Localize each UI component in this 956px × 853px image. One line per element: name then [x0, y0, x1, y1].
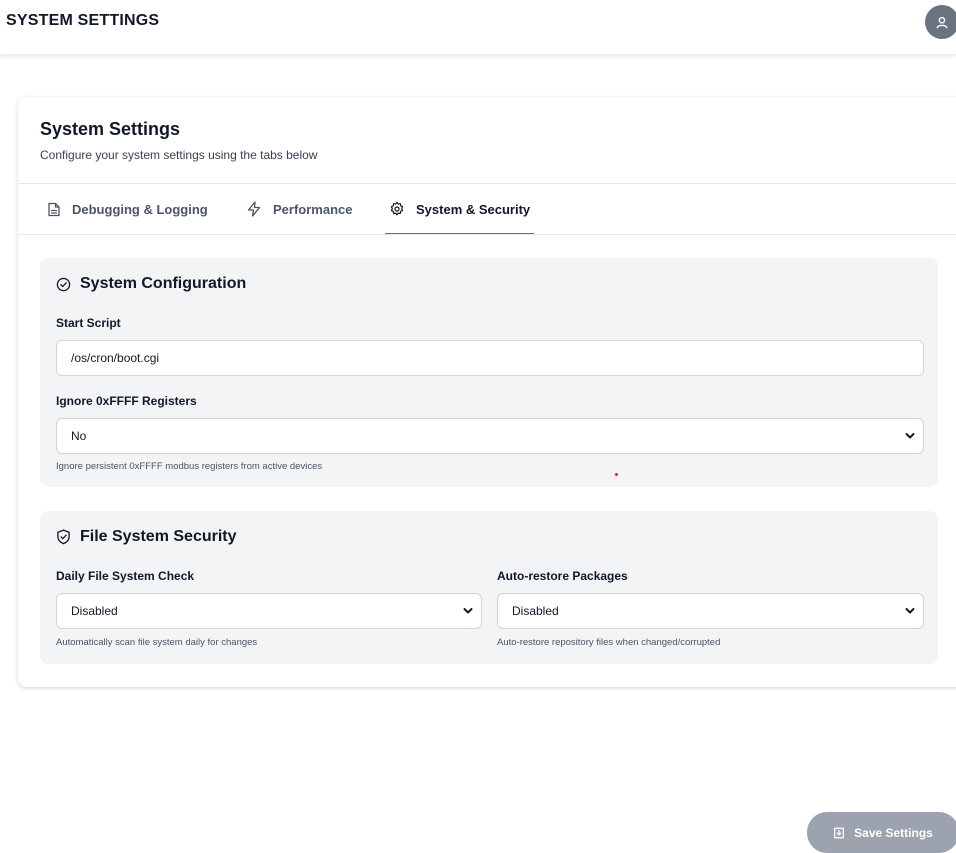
system-configuration-section: System Configuration Start Script /os/cr… — [40, 258, 938, 487]
section-title-text: System Configuration — [80, 275, 247, 292]
card-subtitle: Configure your system settings using the… — [40, 148, 318, 162]
daily-check-label: Daily File System Check — [56, 569, 195, 583]
daily-check-help: Automatically scan file system daily for… — [56, 637, 258, 648]
file-system-security-section: File System Security Daily File System C… — [40, 511, 938, 664]
tab-performance[interactable]: Performance — [246, 184, 352, 234]
user-icon — [936, 16, 948, 29]
ignore-registers-value: No — [71, 429, 87, 443]
chevron-down-icon — [905, 433, 915, 439]
section-title-text: File System Security — [80, 528, 237, 545]
auto-restore-label: Auto-restore Packages — [497, 569, 628, 583]
tab-label: Debugging & Logging — [72, 201, 208, 217]
tab-label: Performance — [273, 201, 353, 217]
tab-system-security[interactable]: System & Security — [385, 184, 535, 235]
tabs-divider — [18, 234, 956, 235]
gear-icon — [390, 201, 404, 216]
auto-restore-help: Auto-restore repository files when chang… — [497, 637, 721, 648]
save-icon — [834, 827, 845, 838]
document-icon — [48, 202, 60, 216]
section-title: System Configuration — [56, 275, 246, 293]
chevron-down-icon — [463, 608, 473, 614]
lightning-icon — [247, 201, 261, 217]
app-title: SYSTEM SETTINGS — [6, 12, 160, 29]
user-avatar[interactable] — [925, 5, 956, 39]
auto-restore-select[interactable]: Disabled — [497, 593, 924, 629]
ignore-registers-select[interactable]: No — [56, 418, 924, 454]
save-settings-button[interactable]: Save Settings — [807, 812, 956, 853]
tab-label: System & Security — [416, 201, 531, 217]
start-script-input[interactable]: /os/cron/boot.cgi — [56, 340, 924, 376]
chevron-down-icon — [905, 608, 915, 614]
settings-card: System Settings Configure your system se… — [18, 97, 956, 687]
card-title: System Settings — [40, 119, 181, 139]
section-title: File System Security — [56, 528, 237, 546]
ignore-registers-help: Ignore persistent 0xFFFF modbus register… — [56, 461, 323, 472]
check-circle-icon — [56, 277, 71, 291]
save-settings-label: Save Settings — [854, 825, 933, 840]
auto-restore-value: Disabled — [512, 604, 559, 618]
start-script-label: Start Script — [56, 316, 121, 330]
ignore-registers-label: Ignore 0xFFFF Registers — [56, 394, 197, 408]
start-script-value: /os/cron/boot.cgi — [71, 351, 160, 365]
top-bar: SYSTEM SETTINGS — [0, 0, 956, 55]
daily-check-value: Disabled — [71, 604, 118, 618]
tab-debugging-logging[interactable]: Debugging & Logging — [47, 184, 208, 234]
shield-check-icon — [57, 529, 70, 545]
cursor-marker — [615, 473, 618, 476]
daily-check-select[interactable]: Disabled — [56, 593, 482, 629]
